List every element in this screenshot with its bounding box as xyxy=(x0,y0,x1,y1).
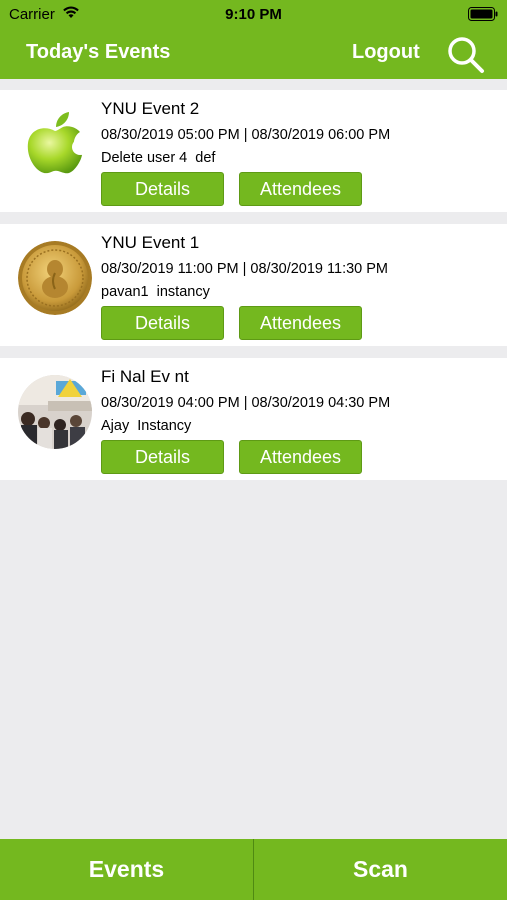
event-organizer: Ajay Instancy xyxy=(101,418,192,434)
event-photo-image xyxy=(18,375,92,449)
event-organizer: pavan1 instancy xyxy=(101,284,210,300)
event-dates: 08/30/2019 04:00 PM | 08/30/2019 04:30 P… xyxy=(101,395,391,411)
apple-logo-image xyxy=(18,107,92,181)
attendees-button[interactable]: Attendees xyxy=(239,172,362,206)
page-title: Today's Events xyxy=(26,41,171,63)
search-icon[interactable] xyxy=(445,34,485,74)
nav-bar: Today's Events Logout xyxy=(0,28,507,79)
bottom-tab-bar: Events Scan xyxy=(0,839,507,900)
status-bar: Carrier 9:10 PM xyxy=(0,0,507,28)
event-thumbnail xyxy=(18,107,92,181)
details-button[interactable]: Details xyxy=(101,306,224,340)
event-card[interactable]: YNU Event 2 08/30/2019 05:00 PM | 08/30/… xyxy=(0,90,507,212)
event-dates: 08/30/2019 05:00 PM | 08/30/2019 06:00 P… xyxy=(101,127,391,143)
battery-icon xyxy=(468,7,498,21)
event-card[interactable]: Fi Nal Ev nt 08/30/2019 04:00 PM | 08/30… xyxy=(0,358,507,480)
details-button[interactable]: Details xyxy=(101,172,224,206)
event-title: YNU Event 1 xyxy=(101,233,200,252)
event-title: YNU Event 2 xyxy=(101,99,200,118)
status-time: 9:10 PM xyxy=(225,6,282,23)
gold-coin-image xyxy=(18,241,92,315)
event-list: YNU Event 2 08/30/2019 05:00 PM | 08/30/… xyxy=(0,90,507,492)
event-thumbnail xyxy=(18,375,92,449)
event-dates: 08/30/2019 11:00 PM | 08/30/2019 11:30 P… xyxy=(101,261,388,277)
attendees-button[interactable]: Attendees xyxy=(239,440,362,474)
details-button[interactable]: Details xyxy=(101,440,224,474)
attendees-button[interactable]: Attendees xyxy=(239,306,362,340)
event-thumbnail xyxy=(18,241,92,315)
event-title: Fi Nal Ev nt xyxy=(101,367,189,386)
tab-events[interactable]: Events xyxy=(0,839,253,900)
logout-button[interactable]: Logout xyxy=(352,41,420,64)
event-organizer: Delete user 4 def xyxy=(101,150,216,166)
tab-scan[interactable]: Scan xyxy=(254,839,507,900)
event-card[interactable]: YNU Event 1 08/30/2019 11:00 PM | 08/30/… xyxy=(0,224,507,346)
